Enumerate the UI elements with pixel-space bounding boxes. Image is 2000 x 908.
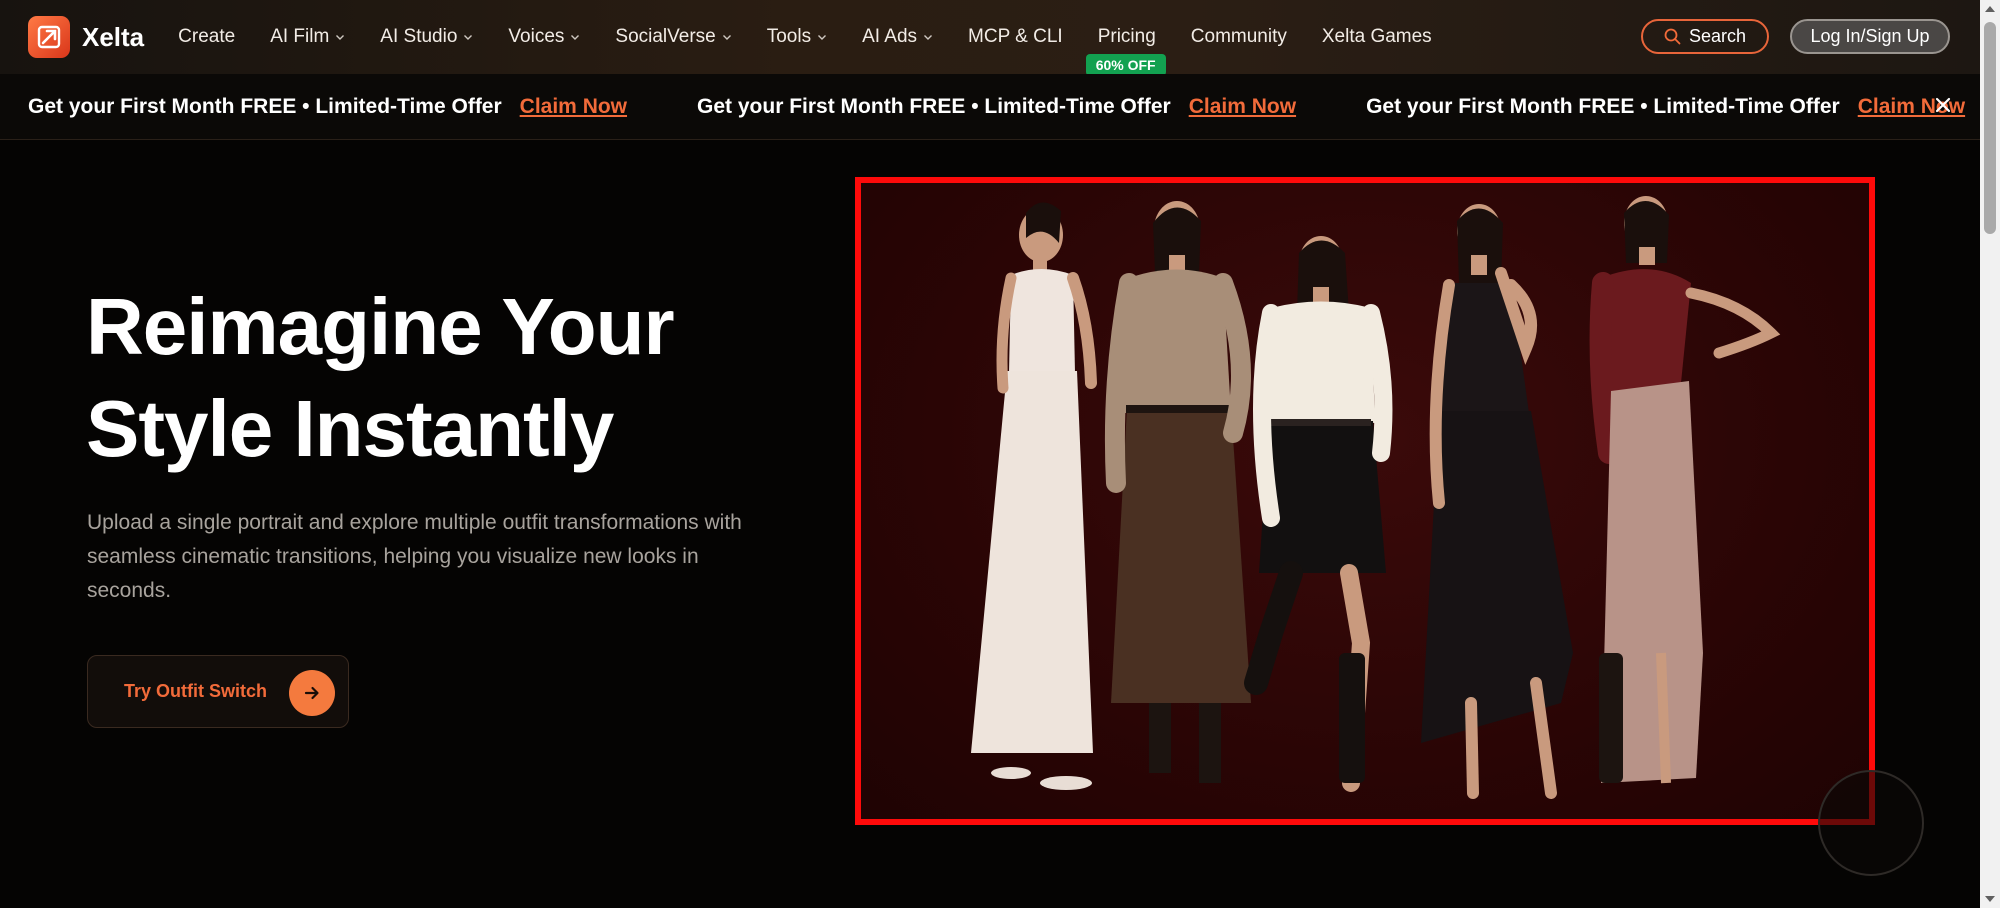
arrow-right-icon (289, 670, 335, 716)
scroll-up-arrow-icon[interactable] (1985, 6, 1995, 12)
main-nav: Create AI Film AI Studio Voices SocialVe… (178, 26, 1467, 76)
nav-voices[interactable]: Voices (508, 26, 580, 48)
promo-text: Get your First Month FREE • Limited-Time… (697, 94, 1171, 118)
chevron-down-icon (571, 35, 580, 40)
hero-title-line1: Reimagine Your (86, 282, 675, 371)
chat-widget-button[interactable] (1818, 770, 1924, 876)
nav-ai-studio[interactable]: AI Studio (380, 26, 473, 48)
nav-label: Tools (766, 26, 812, 47)
brand-name: Xelta (82, 21, 145, 52)
hero-title: Reimagine Your Style Instantly (86, 276, 786, 480)
nav-label: Xelta Games (1321, 26, 1432, 47)
cta-label: Try Outfit Switch (124, 681, 268, 701)
model-taupe-skirt (1589, 196, 1781, 784)
model-black-dress (1421, 204, 1573, 799)
discount-badge: 60% OFF (1085, 54, 1166, 76)
outfit-showcase-image (855, 177, 1875, 825)
claim-now-link[interactable]: Claim Now (1189, 95, 1296, 119)
nav-socialverse[interactable]: SocialVerse (615, 26, 731, 48)
models-illustration (971, 196, 1781, 799)
promo-item: Get your First Month FREE • Limited-Time… (697, 95, 1296, 119)
nav-label: SocialVerse (615, 26, 716, 47)
login-signup-button[interactable]: Log In/Sign Up (1790, 19, 1950, 54)
top-navbar: Xelta Create AI Film AI Studio Voices So… (0, 0, 1980, 76)
nav-label: MCP & CLI (968, 26, 1063, 47)
nav-label: AI Ads (862, 26, 918, 47)
nav-ai-ads[interactable]: AI Ads (862, 26, 933, 48)
model-brown-skirt (1104, 201, 1251, 783)
nav-tools[interactable]: Tools (767, 26, 827, 48)
search-label: Search (1688, 26, 1747, 46)
scroll-down-arrow-icon[interactable] (1985, 896, 1995, 902)
try-outfit-switch-button[interactable]: Try Outfit Switch (87, 655, 349, 728)
nav-label: Create (178, 26, 236, 47)
promo-text: Get your First Month FREE • Limited-Time… (1366, 94, 1840, 118)
nav-community[interactable]: Community (1191, 26, 1287, 48)
nav-ai-film[interactable]: AI Film (270, 26, 345, 48)
model-white-dress (971, 202, 1097, 790)
chevron-down-icon (818, 35, 827, 40)
promo-banner: Get your First Month FREE • Limited-Time… (0, 74, 1980, 140)
scrollbar-thumb[interactable] (1984, 22, 1996, 234)
nav-xelta-games[interactable]: Xelta Games (1322, 26, 1432, 48)
nav-label: Voices (508, 26, 565, 47)
nav-mcp-cli[interactable]: MCP & CLI (968, 26, 1063, 48)
chevron-down-icon (722, 35, 731, 40)
promo-text: Get your First Month FREE • Limited-Time… (28, 94, 502, 118)
promo-item: Get your First Month FREE • Limited-Time… (1366, 95, 1965, 119)
close-promo-button[interactable] (1932, 94, 1954, 116)
brand-logo[interactable]: Xelta (28, 16, 144, 58)
page-scrollbar[interactable] (1980, 0, 2000, 908)
model-black-skirt (1244, 236, 1393, 792)
search-button[interactable]: Search (1641, 19, 1769, 54)
login-label: Log In/Sign Up (1810, 26, 1930, 46)
nav-label: AI Film (270, 26, 330, 47)
xelta-logo-icon (28, 16, 70, 58)
nav-label: Pricing (1097, 26, 1156, 47)
chevron-down-icon (336, 35, 345, 40)
claim-now-link[interactable]: Claim Now (520, 95, 627, 119)
search-icon (1664, 28, 1681, 45)
nav-label: Community (1190, 26, 1287, 47)
nav-pricing[interactable]: Pricing 60% OFF (1085, 26, 1166, 76)
hero-subtitle: Upload a single portrait and explore mul… (87, 511, 742, 602)
chevron-down-icon (924, 35, 933, 40)
promo-item: Get your First Month FREE • Limited-Time… (28, 95, 627, 119)
nav-label: AI Studio (380, 26, 458, 47)
close-icon (1935, 97, 1951, 113)
chevron-down-icon (464, 35, 473, 40)
nav-create[interactable]: Create (178, 26, 235, 48)
hero-title-line2: Style Instantly (86, 384, 614, 473)
